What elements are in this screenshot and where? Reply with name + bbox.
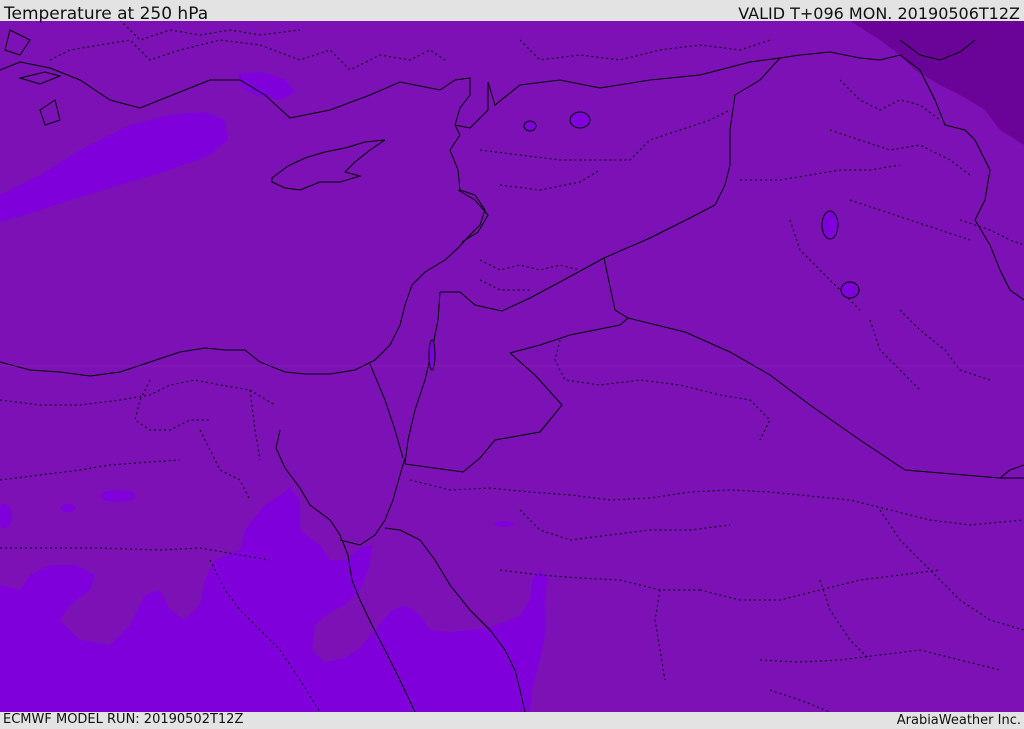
- temperature-contour-warm-blob: [494, 521, 514, 527]
- map-viewer: Temperature at 250 hPa VALID T+096 MON. …: [0, 0, 1024, 729]
- header-bar: Temperature at 250 hPa VALID T+096 MON. …: [0, 0, 1024, 24]
- footer-bar: ECMWF MODEL RUN: 20190502T12Z ArabiaWeat…: [0, 712, 1024, 729]
- map-title: Temperature at 250 hPa: [4, 4, 209, 24]
- map-canvas[interactable]: [0, 21, 1024, 712]
- model-run-label: ECMWF MODEL RUN: 20190502T12Z: [3, 712, 244, 727]
- temperature-contour-warm-blob: [100, 490, 136, 502]
- valid-time: VALID T+096 MON. 20190506T12Z: [738, 4, 1020, 23]
- temperature-contour-warm-blob: [60, 504, 76, 512]
- credit-label: ArabiaWeather Inc.: [896, 713, 1021, 728]
